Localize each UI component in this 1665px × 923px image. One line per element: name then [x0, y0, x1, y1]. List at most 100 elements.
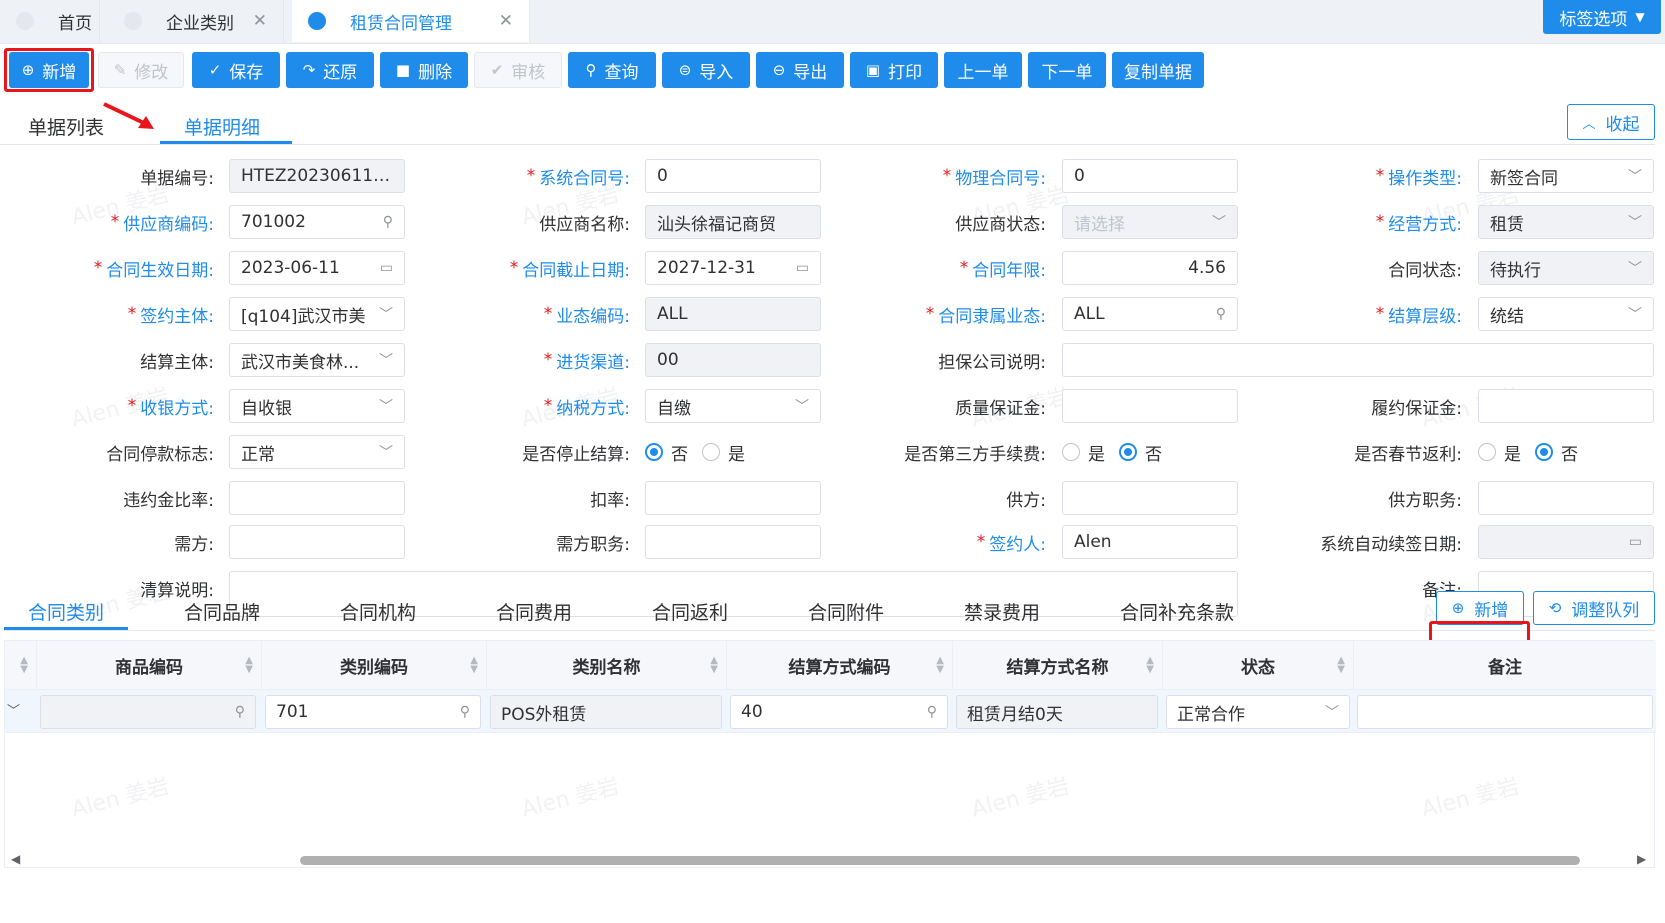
column-header-remark[interactable]: 备注 [1354, 641, 1656, 689]
supplier-name-field[interactable]: 汕头徐福记商贸 [645, 205, 821, 239]
remark-cell[interactable] [1357, 695, 1653, 729]
page-tab-home[interactable]: 首页 [0, 0, 100, 42]
import-button[interactable]: ⊜ 导入 [662, 52, 750, 88]
party-a-title-input[interactable] [1478, 481, 1654, 515]
sort-icon[interactable]: ▲ ▼ [1146, 656, 1154, 675]
tab-contract-rebate[interactable]: 合同返利 [652, 598, 728, 625]
biz-mode-select[interactable]: 租赁 ﹀ [1478, 205, 1654, 239]
stop-settle-option-yes[interactable]: 是 [702, 440, 745, 465]
third-fee-option-no[interactable]: 否 [1119, 440, 1162, 465]
spring-rebate-option-yes[interactable]: 是 [1478, 440, 1521, 465]
category-code-cell[interactable]: 701 ⚲ [265, 695, 481, 729]
sort-icon[interactable]: ▲ ▼ [20, 656, 28, 675]
quality-deposit-input[interactable] [1062, 389, 1238, 423]
op-type-select[interactable]: 新签合同 ﹀ [1478, 159, 1654, 193]
export-button[interactable]: ⊖ 导出 [756, 52, 844, 88]
supplier-status-select[interactable]: 请选择 ﹀ [1062, 205, 1238, 239]
column-header-settle-name[interactable]: 结算方式名称 ▲ ▼ [953, 641, 1163, 689]
doc-no-field[interactable]: HTEZ20230611000 [229, 159, 405, 193]
scroll-right-icon[interactable]: ▶ [1637, 852, 1646, 866]
sort-icon[interactable]: ▲ ▼ [470, 656, 478, 675]
page-tab-category[interactable]: 企业类别 ✕ [108, 0, 284, 42]
edit-button[interactable]: ✎ 修改 [98, 52, 184, 88]
format-code-field[interactable]: ALL [645, 297, 821, 331]
sort-icon[interactable]: ▲ ▼ [936, 656, 944, 675]
collapse-button[interactable]: ︿ 收起 [1567, 104, 1655, 140]
column-header-category-code[interactable]: 类别编码 ▲ ▼ [262, 641, 487, 689]
search-icon[interactable]: ⚲ [235, 704, 245, 720]
page-tab-lease-contract[interactable]: 租赁合同管理 ✕ [292, 0, 530, 42]
adjust-queue-button[interactable]: ⟲ 调整队列 [1533, 591, 1655, 625]
tab-supplementary-terms[interactable]: 合同补充条款 [1120, 598, 1234, 625]
stop-settle-option-no[interactable]: 否 [645, 440, 688, 465]
tab-record-list[interactable]: 单据列表 [28, 113, 104, 140]
audit-button[interactable]: ✔ 审核 [474, 52, 562, 88]
search-icon[interactable]: ⚲ [383, 214, 393, 230]
start-date-picker[interactable]: 2023-06-11 ▭ [229, 251, 405, 285]
delete-button[interactable]: ■ 删除 [380, 52, 468, 88]
supplier-code-input[interactable]: 701002 ⚲ [229, 205, 405, 239]
chevron-down-icon[interactable]: ﹀ [7, 700, 20, 719]
stop-pay-flag-select[interactable]: 正常 ﹀ [229, 435, 405, 469]
scrollbar-thumb[interactable] [300, 856, 1580, 865]
search-icon[interactable]: ⚲ [1216, 306, 1226, 322]
table-row[interactable]: ﹀ ⚲ 701 ⚲ POS外租赁 40 ⚲ 租赁月结0天 正常合作 ﹀ [5, 689, 1656, 733]
close-icon[interactable]: ✕ [499, 11, 513, 31]
search-icon[interactable]: ⚲ [460, 704, 470, 720]
status-cell[interactable]: 正常合作 ﹀ [1166, 695, 1350, 729]
belong-format-input[interactable]: ALL ⚲ [1062, 297, 1238, 331]
prev-record-button[interactable]: 上一单 [944, 52, 1022, 88]
tab-blocked-fee[interactable]: 禁录费用 [964, 598, 1040, 625]
column-header-settle-code[interactable]: 结算方式编码 ▲ ▼ [727, 641, 953, 689]
tab-contract-org[interactable]: 合同机构 [340, 598, 416, 625]
category-name-cell[interactable]: POS外租赁 [490, 695, 722, 729]
horizontal-scrollbar[interactable]: ◀ ▶ [5, 851, 1656, 867]
penalty-rate-input[interactable] [229, 481, 405, 515]
settle-entity-select[interactable]: 武汉市美食林... ﹀ [229, 343, 405, 377]
tab-contract-category[interactable]: 合同类别 [28, 598, 104, 625]
print-button[interactable]: ▣ 打印 [850, 52, 938, 88]
perform-deposit-input[interactable] [1478, 389, 1654, 423]
contract-status-select[interactable]: 待执行 ﹀ [1478, 251, 1654, 285]
sort-icon[interactable]: ▲ ▼ [245, 656, 253, 675]
query-button[interactable]: ⚲ 查询 [568, 52, 656, 88]
sort-icon[interactable]: ▲ ▼ [710, 656, 718, 675]
column-header-select[interactable]: ▲ ▼ [5, 641, 37, 689]
column-header-status[interactable]: 状态 ▲ ▼ [1163, 641, 1354, 689]
party-a-input[interactable] [1062, 481, 1238, 515]
close-icon[interactable]: ✕ [253, 11, 267, 31]
tab-contract-brand[interactable]: 合同品牌 [184, 598, 260, 625]
third-fee-option-yes[interactable]: 是 [1062, 440, 1105, 465]
tab-contract-fee[interactable]: 合同费用 [496, 598, 572, 625]
scroll-left-icon[interactable]: ◀ [11, 852, 20, 866]
spring-rebate-option-no[interactable]: 否 [1535, 440, 1578, 465]
settle-code-cell[interactable]: 40 ⚲ [730, 695, 948, 729]
next-record-button[interactable]: 下一单 [1028, 52, 1106, 88]
guarantor-input[interactable] [1062, 343, 1654, 377]
sys-contract-no-input[interactable]: 0 [645, 159, 821, 193]
sort-icon[interactable]: ▲ ▼ [1337, 656, 1345, 675]
tag-options-button[interactable]: 标签选项 ▼ [1543, 0, 1661, 34]
sign-entity-select[interactable]: [q104]武汉市美 ﹀ [229, 297, 405, 331]
settle-name-cell[interactable]: 租赁月结0天 [956, 695, 1158, 729]
search-icon[interactable]: ⚲ [927, 704, 937, 720]
tab-contract-attachment[interactable]: 合同附件 [808, 598, 884, 625]
discount-rate-input[interactable] [645, 481, 821, 515]
party-b-title-input[interactable] [645, 525, 821, 559]
copy-record-button[interactable]: 复制单据 [1112, 52, 1204, 88]
party-b-input[interactable] [229, 525, 405, 559]
column-header-category-name[interactable]: 类别名称 ▲ ▼ [487, 641, 727, 689]
detail-add-button[interactable]: ⊕ 新增 [1436, 591, 1524, 625]
column-header-product-code[interactable]: 商品编码 ▲ ▼ [37, 641, 262, 689]
settle-level-select[interactable]: 统结 ﹀ [1478, 297, 1654, 331]
tab-record-detail[interactable]: 单据明细 [184, 113, 260, 140]
auto-renew-date-picker[interactable]: ▭ [1478, 525, 1654, 559]
phys-contract-no-input[interactable]: 0 [1062, 159, 1238, 193]
tax-mode-select[interactable]: 自缴 ﹀ [645, 389, 821, 423]
save-button[interactable]: ✓ 保存 [192, 52, 280, 88]
signer-input[interactable]: Alen [1062, 525, 1238, 559]
restore-button[interactable]: ↷ 还原 [286, 52, 374, 88]
channel-field[interactable]: 00 [645, 343, 821, 377]
collect-mode-select[interactable]: 自收银 ﹀ [229, 389, 405, 423]
product-code-cell[interactable]: ⚲ [40, 695, 256, 729]
